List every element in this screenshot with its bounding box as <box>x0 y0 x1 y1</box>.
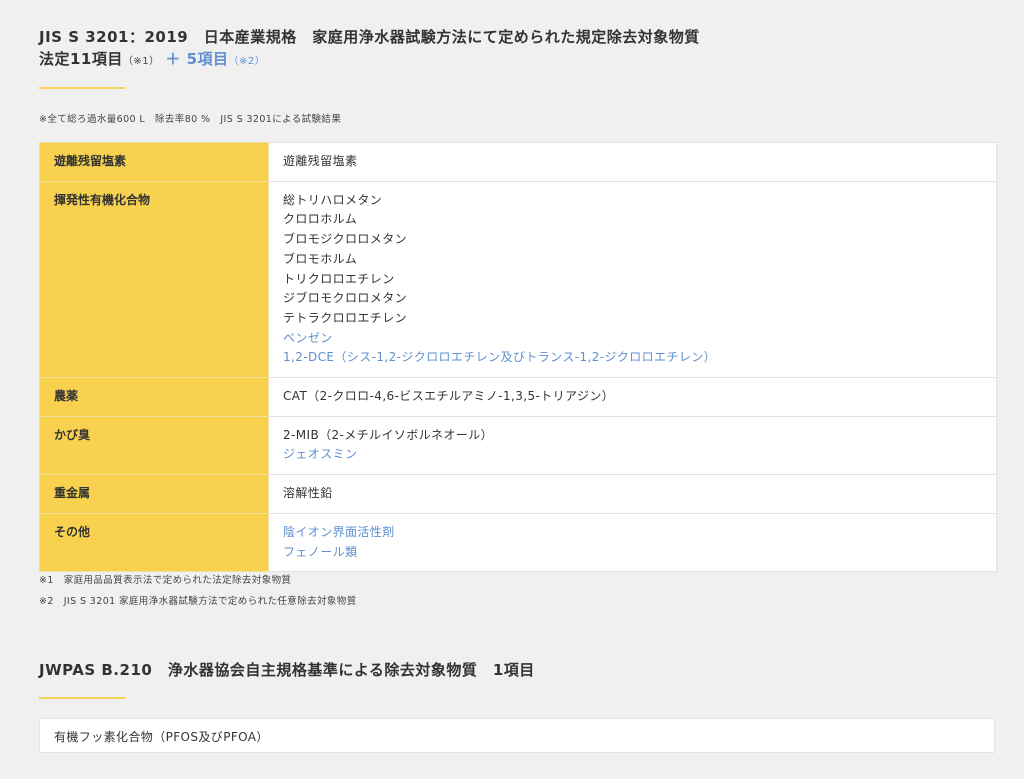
substance-item: 溶解性鉛 <box>283 486 333 501</box>
substance-item: 総トリハロメタン <box>283 192 383 207</box>
removal-substances-table: 遊離残留塩素 遊離残留塩素 揮発性有機化合物 総トリハロメタン クロロホルムブロモジクロ… <box>39 142 997 573</box>
items-cell: CAT（2-クロロ-4,6-ビスエチルアミノ-1,3,5-トリアジン） <box>268 377 997 417</box>
section2-title: JWPAS B.210 浄水器協会自主規格基準による除去対象物質 1項目 <box>39 661 535 679</box>
table-row: かび臭 2-MIB（2-メチルイソボルネオール） ジェオスミン <box>39 415 997 476</box>
substance-item: ブロモホルム <box>283 251 358 266</box>
category-cell: 遊離残留塩素 <box>39 142 269 182</box>
table-row: 農薬 CAT（2-クロロ-4,6-ビスエチルアミノ-1,3,5-トリアジン） <box>39 377 997 417</box>
optional-items-count: ＋ 5項目（※2） <box>165 50 265 68</box>
footnote-2: ※2 JIS S 3201 家庭用浄水器試験方法で定められた任意除去対象物質 <box>39 596 357 607</box>
table-row: その他 陰イオン界面活性剤 フェノール類 <box>39 512 997 573</box>
category-cell: かび臭 <box>39 415 269 476</box>
pfas-item: 有機フッ素化合物（PFOS及びPFOA） <box>54 730 269 744</box>
pfas-item-box: 有機フッ素化合物（PFOS及びPFOA） <box>39 718 995 753</box>
section1-title-underline <box>39 87 125 89</box>
substance-item: クロロホルム <box>283 212 358 227</box>
table-row: 遊離残留塩素 遊離残留塩素 <box>39 142 997 182</box>
substance-item: 1,2-DCE（シス-1,2-ジクロロエチレン及びトランス-1,2-ジクロロエチ… <box>283 350 717 365</box>
category-cell: その他 <box>39 512 269 573</box>
table-row: 揮発性有機化合物 総トリハロメタン クロロホルムブロモジクロロメタン ブロモホルムトリ… <box>39 180 997 379</box>
substance-item: フェノール類 <box>283 544 358 559</box>
substance-item: テトラクロロエチレン <box>283 310 408 325</box>
substance-item: 2-MIB（2-メチルイソボルネオール） <box>283 427 494 442</box>
section1-title-line1: JIS S 3201：2019 日本産業規格 家庭用浄水器試験方法にて定められた… <box>39 28 700 46</box>
footnote-1: ※1 家庭用品品質表示法で定められた法定除去対象物質 <box>39 575 292 586</box>
optional-items-label: ＋ 5項目 <box>165 50 229 68</box>
substance-item: トリクロロエチレン <box>283 271 395 286</box>
items-cell: 陰イオン界面活性剤 フェノール類 <box>268 512 997 573</box>
items-cell: 遊離残留塩素 <box>268 142 997 182</box>
substance-item: ジブロモクロロメタン <box>283 291 408 306</box>
table-body: 遊離残留塩素 遊離残留塩素 揮発性有機化合物 総トリハロメタン クロロホルムブロモジクロ… <box>39 142 997 573</box>
category-cell: 揮発性有機化合物 <box>39 180 269 379</box>
category-cell: 重金属 <box>39 474 269 514</box>
note-ref-2: （※2） <box>228 56 266 67</box>
category-cell: 農薬 <box>39 377 269 417</box>
test-condition-notice: ※全て総ろ過水量600 L 除去率80 % JIS S 3201による試験結果 <box>39 114 342 125</box>
substance-item: ベンゼン <box>283 330 333 345</box>
note-ref-1: （※1） <box>122 56 160 67</box>
items-cell: 溶解性鉛 <box>268 474 997 514</box>
section1-title-line2: 法定11項目（※1） ＋ 5項目（※2） <box>39 48 700 73</box>
substance-item: CAT（2-クロロ-4,6-ビスエチルアミノ-1,3,5-トリアジン） <box>283 389 615 404</box>
items-cell: 総トリハロメタン クロロホルムブロモジクロロメタン ブロモホルムトリクロロエチレンジ… <box>268 180 997 379</box>
section1-title: JIS S 3201：2019 日本産業規格 家庭用浄水器試験方法にて定められた… <box>39 26 700 73</box>
page: JIS S 3201：2019 日本産業規格 家庭用浄水器試験方法にて定められた… <box>0 0 1024 779</box>
substance-item: ブロモジクロロメタン <box>283 232 408 247</box>
section2-title-underline <box>39 697 125 699</box>
legal-items-count: 法定11項目 <box>39 50 123 68</box>
footnotes: ※1 家庭用品品質表示法で定められた法定除去対象物質 ※2 JIS S 3201… <box>39 570 357 612</box>
items-cell: 2-MIB（2-メチルイソボルネオール） ジェオスミン <box>268 415 997 476</box>
table-row: 重金属 溶解性鉛 <box>39 474 997 514</box>
substance-item: ジェオスミン <box>283 447 358 462</box>
substance-item: 陰イオン界面活性剤 <box>283 524 395 539</box>
substance-item: 遊離残留塩素 <box>283 154 358 168</box>
